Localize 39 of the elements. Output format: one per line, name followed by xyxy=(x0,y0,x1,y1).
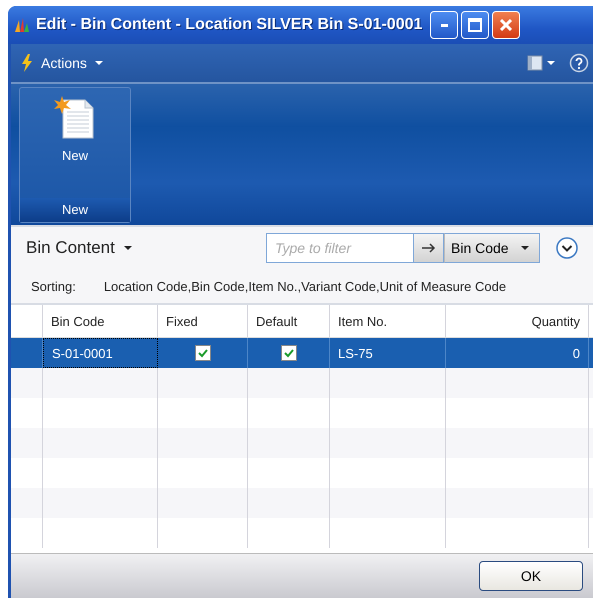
sorting-label: Sorting: xyxy=(31,278,76,294)
maximize-icon xyxy=(468,18,482,32)
caret-icon xyxy=(124,246,132,250)
help-icon xyxy=(569,53,589,73)
checkbox[interactable] xyxy=(194,345,210,361)
column-header[interactable]: Fixed xyxy=(158,305,248,337)
check-icon xyxy=(196,347,208,359)
checkbox[interactable] xyxy=(280,345,296,361)
table-row[interactable]: S-01-0001 LS-75 0 xyxy=(11,338,593,368)
minimize-icon xyxy=(440,24,448,26)
list-title-menu[interactable]: Bin Content xyxy=(26,238,266,258)
apply-filter-button[interactable] xyxy=(414,233,444,263)
filter-field-dropdown[interactable]: Bin Code xyxy=(444,233,540,263)
check-icon xyxy=(282,347,294,359)
caret-icon xyxy=(547,61,555,65)
column-header[interactable]: Quantity xyxy=(446,305,589,337)
actions-menu[interactable]: Actions xyxy=(11,54,103,72)
lightning-icon xyxy=(21,54,33,72)
maximize-button[interactable] xyxy=(461,11,490,39)
help-menu-button[interactable] xyxy=(569,53,589,73)
column-header[interactable]: Default xyxy=(248,305,330,337)
filter-field[interactable]: Type to filter xyxy=(266,233,414,263)
layout-menu-button[interactable] xyxy=(527,53,555,73)
new-document-button[interactable]: New xyxy=(53,96,97,163)
group-label: New xyxy=(20,198,130,222)
close-button[interactable] xyxy=(492,11,520,39)
caret-icon xyxy=(520,246,529,250)
sorting-value: Location Code,Bin Code,Item No.,Variant Code,Unit of Measure Code xyxy=(104,278,506,294)
column-header[interactable]: Item No. xyxy=(330,305,446,337)
column-header[interactable]: Bin Code xyxy=(43,305,158,337)
minimize-button[interactable] xyxy=(430,11,458,39)
bar-chart-logo-icon xyxy=(14,17,30,33)
arrow-icon xyxy=(422,243,436,253)
close-icon xyxy=(500,19,512,31)
window-title: Edit - Bin Content - Location SILVER Bin S-01-0001 xyxy=(36,16,422,34)
panel-icon xyxy=(527,55,543,71)
expand-icon[interactable] xyxy=(556,237,578,259)
ok-button[interactable]: OK xyxy=(479,561,583,591)
caret-icon xyxy=(94,61,103,65)
